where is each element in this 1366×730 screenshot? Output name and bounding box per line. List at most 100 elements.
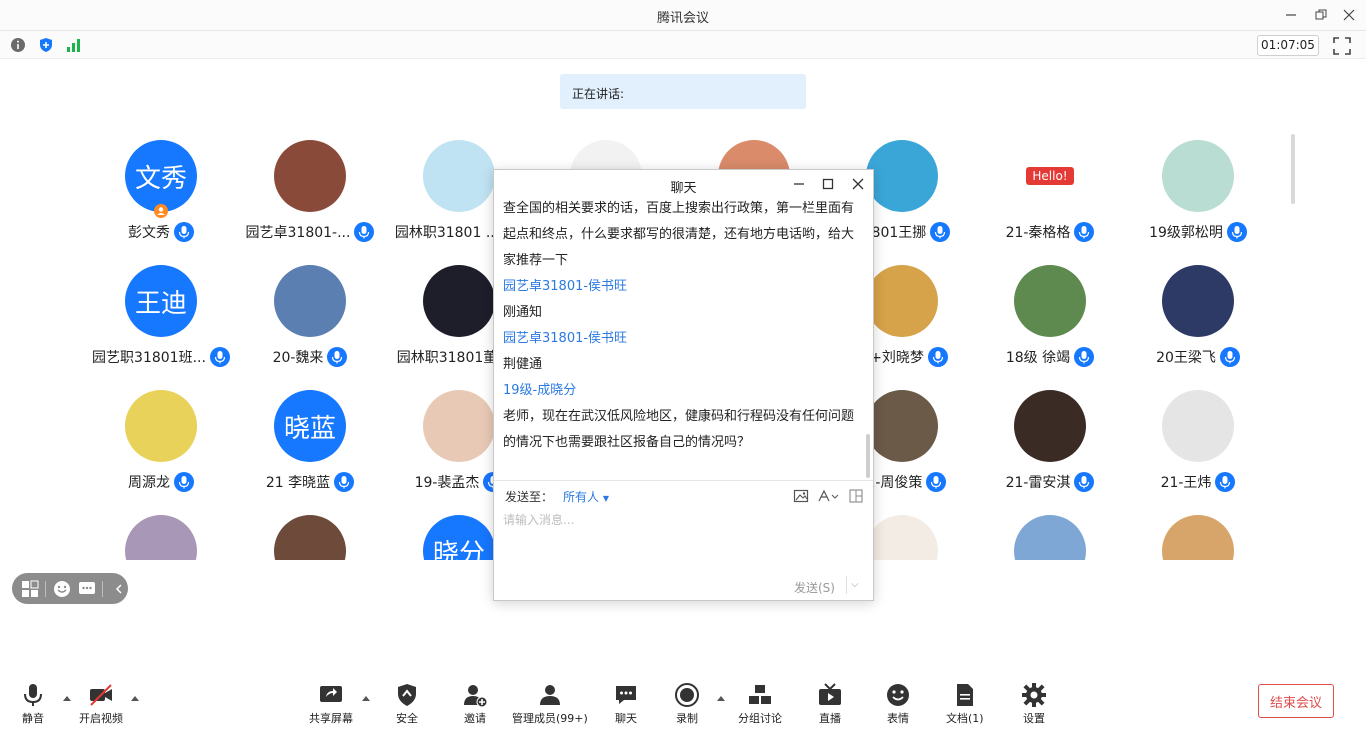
chat-scrollbar[interactable]: [866, 434, 870, 478]
participant-name-row: 彭文秀: [86, 222, 236, 242]
mute-button[interactable]: 静音: [20, 682, 46, 726]
chat-sender-name[interactable]: 园艺卓31801-侯书旺: [503, 326, 863, 352]
send-button[interactable]: 发送(S): [794, 579, 835, 596]
documents-button[interactable]: 文档(1): [946, 682, 984, 726]
microphone-icon: [930, 222, 951, 242]
participant-name: 周源龙: [128, 475, 170, 491]
add-user-icon: [462, 682, 488, 708]
breakout-rooms-button[interactable]: 分组讨论: [738, 682, 782, 726]
microphone-icon: [354, 222, 375, 242]
chat-message: 查全国的相关要求的话，百度上搜索出行政策，第一栏里面有起点和终点，什么要求都写的…: [503, 201, 855, 268]
chat-window: 聊天 查全国的相关要求的话，百度上搜索出行政策，第一栏里面有起点和终点，什么要求…: [493, 169, 874, 601]
participant-name-row: 21 李晓蓝: [235, 472, 385, 492]
participant-tile[interactable]: [235, 505, 385, 560]
participant-tile[interactable]: 20-魏来: [235, 255, 385, 375]
share-options-icon[interactable]: [361, 691, 371, 701]
collapse-chevron-icon[interactable]: [109, 579, 128, 599]
avatar: [1014, 390, 1086, 462]
chat-minimize-button[interactable]: [791, 176, 807, 192]
microphone-icon: [327, 347, 348, 367]
reactions-button[interactable]: 表情: [885, 682, 911, 726]
settings-button[interactable]: 设置: [1021, 682, 1047, 726]
start-video-label: 开启视频: [79, 712, 123, 725]
end-meeting-button[interactable]: 结束会议: [1258, 684, 1334, 718]
participant-tile[interactable]: 21-王炜: [1123, 380, 1273, 500]
participant-name: 18级 徐竭: [1005, 350, 1071, 366]
chat-bubble-icon[interactable]: [77, 579, 96, 599]
shield-icon[interactable]: [38, 37, 54, 53]
participant-name: 21-雷安淇: [1005, 475, 1071, 491]
participant-tile[interactable]: 19级郭松明: [1123, 130, 1273, 250]
grid-scrollbar[interactable]: [1291, 134, 1295, 204]
fullscreen-icon[interactable]: [1333, 37, 1351, 55]
breakout-rooms-label: 分组讨论: [738, 712, 782, 725]
avatar: 晓分: [423, 515, 495, 560]
chat-messages[interactable]: 查全国的相关要求的话，百度上搜索出行政策，第一栏里面有起点和终点，什么要求都写的…: [503, 196, 863, 479]
record-button[interactable]: 录制: [674, 682, 700, 726]
reactions-label: 表情: [887, 712, 909, 725]
start-video-button[interactable]: 开启视频: [79, 682, 123, 726]
participant-tile[interactable]: [86, 505, 236, 560]
text-format-icon[interactable]: [816, 488, 840, 504]
manage-members-button[interactable]: 管理成员(99+): [512, 682, 588, 726]
participant-tile[interactable]: 晓蓝 21 李晓蓝: [235, 380, 385, 500]
participant-tile[interactable]: 周源龙: [86, 380, 236, 500]
minimize-button[interactable]: [1280, 5, 1302, 25]
chat-input[interactable]: 请输入消息...: [503, 511, 574, 528]
screenshot-icon[interactable]: [848, 488, 864, 504]
layout-grid-icon[interactable]: [20, 579, 39, 599]
avatar-text: 晓蓝: [283, 413, 336, 444]
participant-tile[interactable]: Hello! 21-秦格格: [975, 130, 1125, 250]
participant-tile[interactable]: 文秀 彭文秀: [86, 130, 236, 250]
mute-options-icon[interactable]: [62, 691, 72, 701]
microphone-icon: [1219, 347, 1240, 367]
participant-tile[interactable]: [975, 505, 1125, 560]
live-stream-button[interactable]: 直播: [817, 682, 843, 726]
share-screen-label: 共享屏幕: [309, 712, 353, 725]
info-icon[interactable]: [10, 37, 26, 53]
divider: [846, 576, 847, 594]
security-button[interactable]: 安全: [394, 682, 420, 726]
video-options-icon[interactable]: [130, 691, 140, 701]
signal-icon[interactable]: [66, 37, 82, 53]
avatar: [1162, 265, 1234, 337]
participant-name-row: 21-雷安淇: [975, 472, 1125, 492]
emoji-icon[interactable]: [52, 579, 71, 599]
participant-name: 21-秦格格: [1005, 225, 1071, 241]
chat-sender-name[interactable]: 19级-成晓分: [503, 378, 863, 404]
chat-maximize-button[interactable]: [820, 176, 836, 192]
microphone-icon: [926, 472, 947, 492]
participant-name: 园艺职31801班...: [92, 350, 206, 366]
share-screen-button[interactable]: 共享屏幕: [309, 682, 353, 726]
restore-button[interactable]: [1310, 5, 1332, 25]
image-icon[interactable]: [793, 488, 809, 504]
record-options-icon[interactable]: [716, 691, 726, 701]
chevron-down-icon[interactable]: ⌵: [851, 579, 859, 590]
chat-close-button[interactable]: [850, 176, 866, 192]
chat-button[interactable]: 聊天: [613, 682, 639, 726]
chat-header[interactable]: 聊天: [494, 170, 873, 198]
participant-tile[interactable]: [1123, 505, 1273, 560]
invite-button[interactable]: 邀请: [462, 682, 488, 726]
participant-tile[interactable]: 20王梁飞: [1123, 255, 1273, 375]
avatar-text: Hello!: [1026, 167, 1074, 185]
microphone-icon: [20, 682, 46, 708]
participant-tile[interactable]: 21-雷安淇: [975, 380, 1125, 500]
avatar: [274, 140, 346, 212]
recipient-select[interactable]: 所有人 ▼: [563, 488, 609, 505]
participant-tile[interactable]: 18级 徐竭: [975, 255, 1125, 375]
participant-tile[interactable]: 王迪 园艺职31801班...: [86, 255, 236, 375]
close-icon: [1343, 9, 1355, 21]
members-icon: [537, 682, 563, 708]
divider: [102, 580, 103, 597]
participant-name-row: 19级郭松明: [1123, 222, 1273, 242]
participant-tile[interactable]: 园艺卓31801-...: [235, 130, 385, 250]
microphone-icon: [1074, 222, 1095, 242]
meeting-info-bar: 01:07:05: [0, 31, 1366, 59]
participant-name-row: 20-魏来: [235, 347, 385, 367]
chat-sender-name[interactable]: 园艺卓31801-侯书旺: [503, 274, 863, 300]
close-button[interactable]: [1338, 5, 1360, 25]
settings-label: 设置: [1023, 712, 1045, 725]
caret-down-icon: ▼: [602, 494, 609, 503]
window-title: 腾讯会议: [656, 11, 709, 26]
